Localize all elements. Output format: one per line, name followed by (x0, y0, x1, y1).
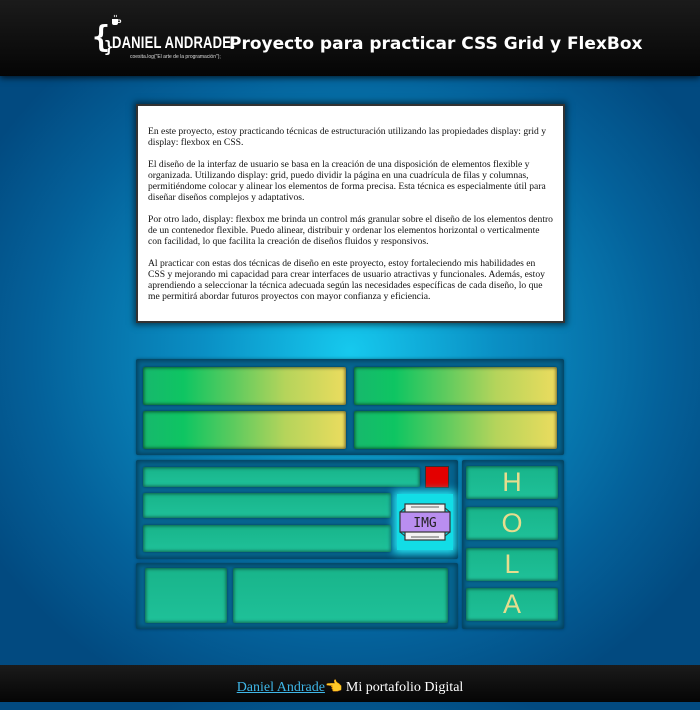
red-square (425, 466, 449, 488)
hola-box-4: A (466, 588, 558, 621)
intro-card: En este proyecto, estoy practicando técn… (136, 104, 565, 323)
grid-cell-2 (354, 367, 557, 405)
grid-cell-4 (354, 411, 557, 449)
intro-paragraph-3: Por otro lado, display: flexbox me brind… (148, 214, 553, 247)
logo-name: DANIEL ANDRADE: (112, 33, 236, 52)
logo[interactable]: { } DANIEL ANDRADE: coesita.log("El arte… (92, 14, 235, 62)
grid-cell-3 (143, 411, 346, 449)
image-icon: IMG (399, 503, 451, 541)
hola-letter-o: O (501, 508, 523, 538)
coffee-cup-icon (112, 14, 122, 25)
hola-box-1: H (466, 466, 558, 499)
intro-paragraph-1: En este proyecto, estoy practicando técn… (148, 126, 547, 148)
grid-bottom-cell-2 (233, 568, 448, 623)
grid-cell-1 (143, 367, 346, 405)
site-header: { } DANIEL ANDRADE: coesita.log("El arte… (0, 0, 700, 76)
portfolio-link[interactable]: Daniel Andrade (237, 680, 325, 695)
flex-bar-1 (143, 467, 420, 487)
hola-letter-a: A (502, 589, 521, 619)
flex-bar-2 (143, 493, 391, 518)
hola-box-2: O (466, 507, 558, 540)
intro-paragraph-4: Al practicar con estas dos técnicas de d… (148, 258, 545, 302)
image-label: IMG (413, 516, 437, 531)
hola-letter-h: H (502, 467, 522, 497)
site-footer: Daniel Andrade👈 Mi portafolio Digital (0, 665, 700, 702)
hola-box-3: L (466, 548, 558, 581)
grid-bottom-cell-1 (145, 568, 227, 623)
pointing-hand-icon: 👈 (324, 680, 343, 695)
footer-text: Mi portafolio Digital (342, 680, 464, 695)
hola-letter-l: L (504, 549, 520, 579)
image-placeholder: IMG (397, 494, 453, 550)
intro-paragraph-2: El diseño de la interfaz de usuario se b… (148, 159, 546, 203)
page-title: Proyecto para practicar CSS Grid y FlexB… (229, 34, 643, 54)
logo-tagline: coesita.log("El arte de la programación"… (130, 54, 221, 60)
flex-bar-3 (143, 525, 391, 552)
